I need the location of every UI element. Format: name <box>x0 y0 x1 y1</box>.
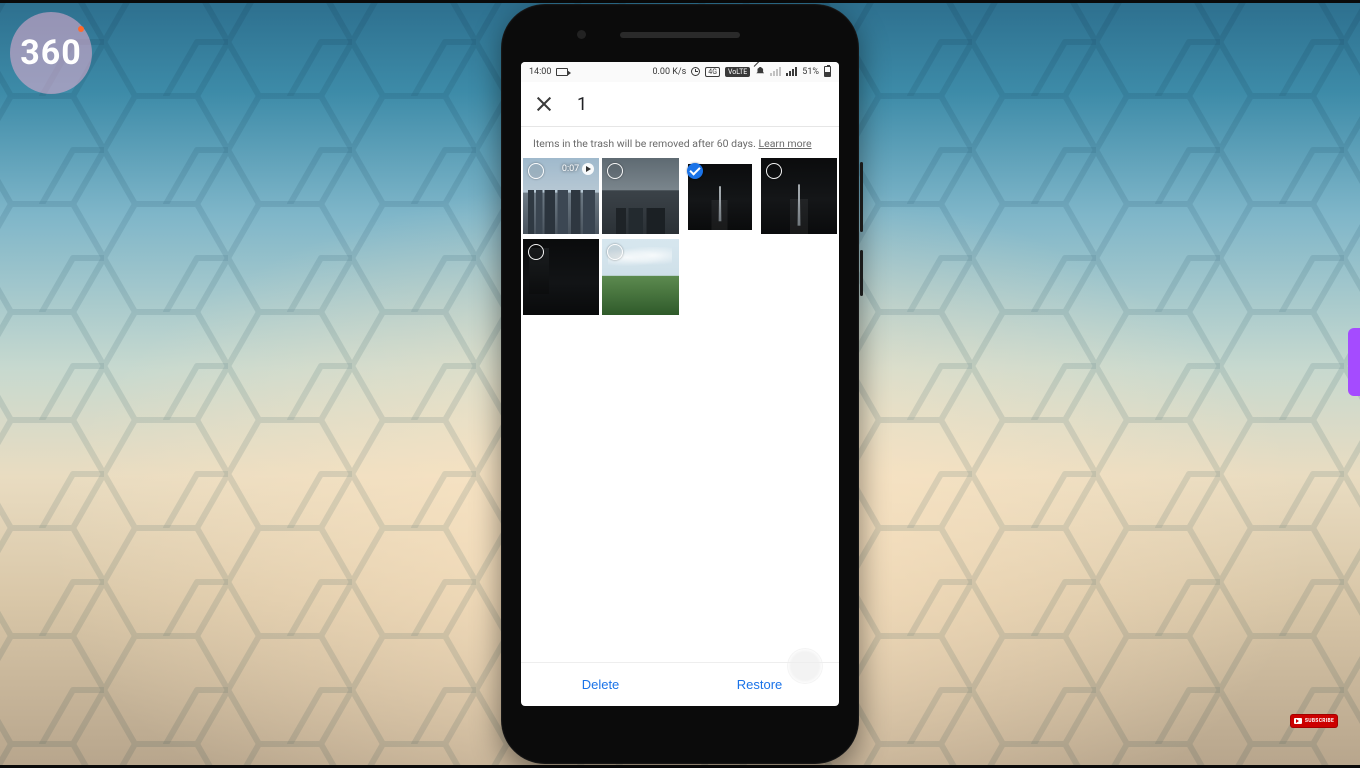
fourg-badge: 4G <box>705 67 720 77</box>
select-circle-icon[interactable] <box>528 163 544 179</box>
trash-notice: Items in the trash will be removed after… <box>521 127 839 158</box>
selection-toolbar: 1 <box>521 82 839 126</box>
trash-thumb[interactable] <box>523 239 599 315</box>
dnd-icon <box>755 67 765 77</box>
trash-thumb[interactable] <box>761 158 837 234</box>
phone-frame: 14:00 0.00 K/s 4G VoLTE 51% 1 Items in t… <box>501 4 859 764</box>
restore-button[interactable]: Restore <box>680 663 839 706</box>
selection-count: 1 <box>577 94 587 115</box>
degree-dot-icon <box>78 26 84 32</box>
trash-thumb-selected[interactable] <box>682 158 758 236</box>
delete-button[interactable]: Delete <box>521 663 680 706</box>
video-badge: 0:07 <box>562 163 594 175</box>
phone-screen: 14:00 0.00 K/s 4G VoLTE 51% 1 Items in t… <box>521 62 839 706</box>
learn-more-link[interactable]: Learn more <box>758 137 811 150</box>
channel-badge-text: 360 <box>20 33 82 73</box>
front-camera <box>577 30 586 39</box>
status-time: 14:00 <box>529 67 551 77</box>
signal-icon <box>786 67 797 76</box>
alarm-icon <box>691 67 700 76</box>
select-circle-icon[interactable] <box>766 163 782 179</box>
close-icon[interactable] <box>535 95 553 113</box>
earpiece <box>620 32 740 38</box>
videocam-icon <box>556 68 568 76</box>
battery-icon <box>824 66 831 77</box>
signal-empty-icon <box>770 67 781 76</box>
bottom-action-bar: Delete Restore <box>521 662 839 706</box>
status-bar: 14:00 0.00 K/s 4G VoLTE 51% <box>521 62 839 82</box>
status-battery-pct: 51% <box>802 67 819 77</box>
letterbox <box>0 0 1360 3</box>
subscribe-button[interactable]: SUBSCRIBE <box>1290 714 1338 728</box>
video-duration: 0:07 <box>562 164 579 174</box>
play-icon <box>582 163 594 175</box>
trash-thumb[interactable] <box>602 158 678 234</box>
selected-check-icon[interactable] <box>687 163 703 179</box>
youtube-icon <box>1294 718 1302 724</box>
status-net-speed: 0.00 K/s <box>653 67 687 77</box>
select-circle-icon[interactable] <box>528 244 544 260</box>
trash-thumb[interactable]: 0:07 <box>523 158 599 234</box>
trash-notice-text: Items in the trash will be removed after… <box>533 137 758 150</box>
channel-badge: 360 <box>10 12 92 94</box>
trash-thumb[interactable] <box>602 239 678 315</box>
volte-badge: VoLTE <box>725 67 750 77</box>
subscribe-label: SUBSCRIBE <box>1305 718 1334 724</box>
side-indicator <box>1348 328 1360 396</box>
trash-grid: 0:07 <box>521 158 839 315</box>
